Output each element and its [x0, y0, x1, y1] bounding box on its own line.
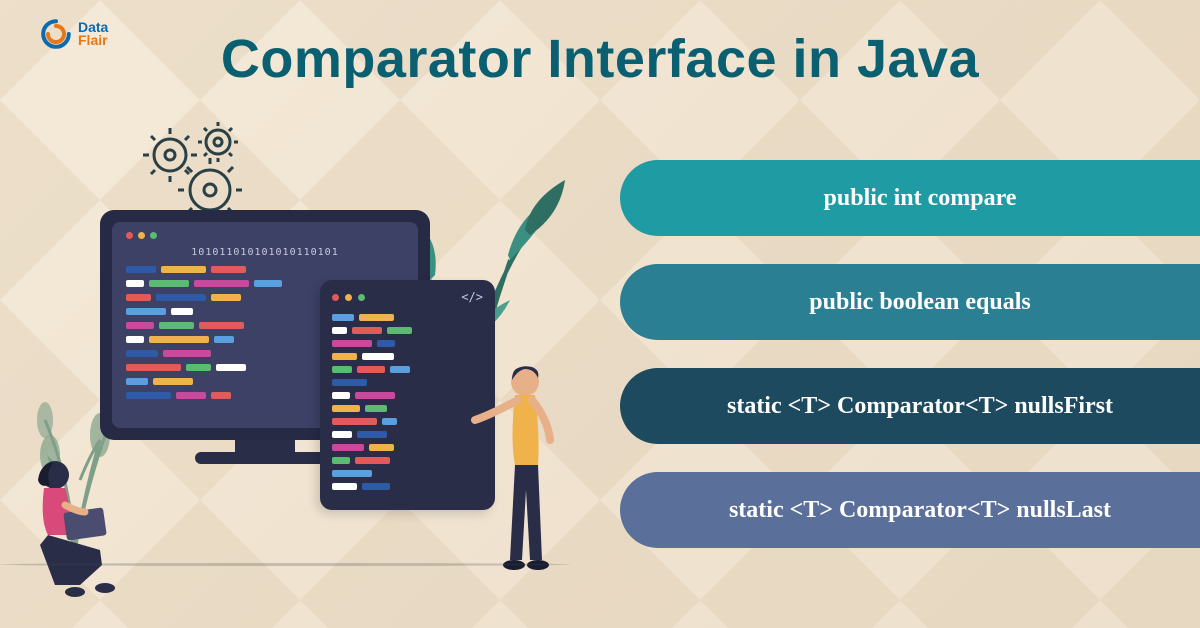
logo: Data Flair [40, 18, 108, 50]
logo-icon [40, 18, 72, 50]
list-item: public boolean equals [620, 264, 1200, 340]
method-label: static <T> Comparator<T> nullsLast [729, 497, 1111, 524]
person-standing-icon [470, 360, 580, 580]
method-label: static <T> Comparator<T> nullsFirst [727, 393, 1113, 420]
tablet-illustration: </> [320, 280, 495, 510]
list-item: public int compare [620, 160, 1200, 236]
logo-line-2: Flair [78, 34, 108, 47]
window-controls-icon [126, 232, 404, 239]
list-item: static <T> Comparator<T> nullsLast [620, 472, 1200, 548]
page-title: Comparator Interface in Java [221, 28, 979, 90]
code-icon: </> [461, 290, 483, 304]
person-sitting-icon [10, 450, 140, 600]
method-label: public int compare [824, 185, 1017, 212]
ground-line [0, 563, 570, 566]
binary-text: 101011010101010110101 [126, 247, 404, 258]
method-label: public boolean equals [809, 289, 1030, 316]
illustration: 101011010101010110101 [20, 150, 580, 590]
code-lines-icon [332, 314, 483, 490]
list-item: static <T> Comparator<T> nullsFirst [620, 368, 1200, 444]
method-list: public int compare public boolean equals… [620, 160, 1200, 548]
logo-text: Data Flair [78, 21, 108, 48]
